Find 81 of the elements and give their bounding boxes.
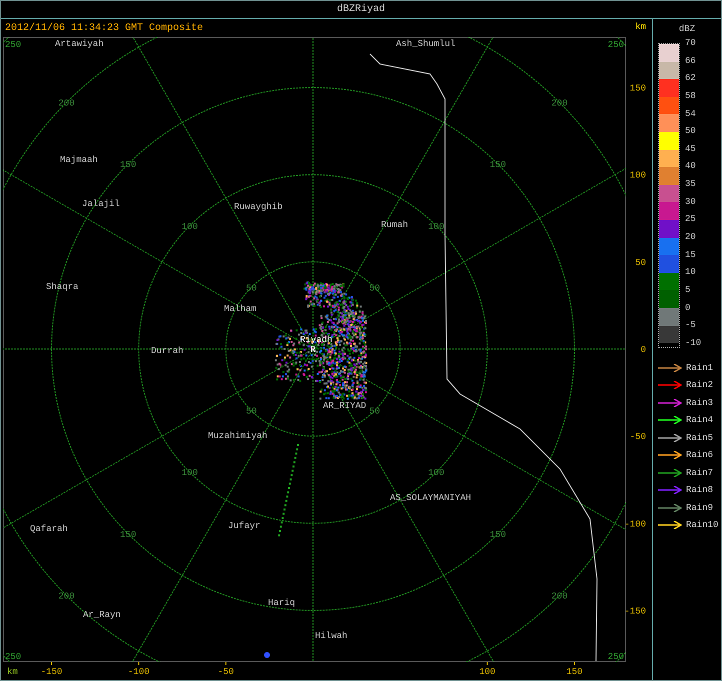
scale-label: 30 xyxy=(685,196,697,207)
scale-label: 58 xyxy=(685,90,697,101)
range-label: 250 xyxy=(5,40,22,50)
window-title: dBZRiyad xyxy=(336,2,385,17)
range-label: 200 xyxy=(58,98,75,108)
axis-tick-label: 100 xyxy=(630,170,646,181)
scale-label: 15 xyxy=(685,250,697,260)
place-label: Rumah xyxy=(381,220,408,230)
range-label: 150 xyxy=(490,530,506,540)
place-label: AR_RIYAD xyxy=(323,401,366,411)
axis-tick-label: 150 xyxy=(566,667,583,677)
place-label: Ash_Shumlul xyxy=(396,39,456,49)
track-label: Rain10 xyxy=(686,520,718,530)
marker-dot xyxy=(264,652,270,658)
axis-tick-label: 50 xyxy=(635,258,646,268)
range-label: 100 xyxy=(428,468,444,478)
axis-unit: km xyxy=(635,21,646,34)
scale-label: 50 xyxy=(685,126,697,136)
axis-tick-label: -150 xyxy=(624,606,646,616)
track-label: Rain2 xyxy=(686,380,714,390)
axis-tick-label: -100 xyxy=(128,667,150,677)
place-label: Majmaah xyxy=(60,155,98,165)
range-label: 250 xyxy=(608,40,624,50)
scale-label: 10 xyxy=(685,267,697,278)
scale-label: 35 xyxy=(685,179,697,190)
range-label: 50 xyxy=(369,406,380,417)
range-label: 150 xyxy=(490,160,506,170)
range-label: 50 xyxy=(246,406,257,417)
timestamp: 2012/11/06 11:34:23 GMT Composite xyxy=(4,22,204,36)
axis-tick-label: -50 xyxy=(218,667,234,677)
scale-label: 62 xyxy=(685,73,697,84)
track-label: Rain7 xyxy=(686,468,714,478)
axis-tick-label: -150 xyxy=(40,667,62,677)
range-label: 100 xyxy=(182,468,198,478)
axis-tick-label: 0 xyxy=(640,345,646,355)
scale-label: 20 xyxy=(685,232,697,242)
range-label: 200 xyxy=(551,592,568,602)
scale-label: 45 xyxy=(685,144,697,154)
axis-tick-label: 150 xyxy=(630,84,646,94)
place-label: Artawiyah xyxy=(55,39,104,49)
scale-label: 0 xyxy=(685,302,692,313)
place-label: Malham xyxy=(224,304,256,314)
place-label: Shaqra xyxy=(46,282,78,292)
track-label: Rain9 xyxy=(686,502,714,513)
track-label: Rain5 xyxy=(686,432,714,443)
place-label: Ruwayghib xyxy=(234,202,283,212)
place-label: Jufayr xyxy=(228,521,260,531)
scale-label: 5 xyxy=(685,284,692,295)
range-label: 150 xyxy=(120,160,136,170)
scale-label: 70 xyxy=(685,38,697,48)
axis-tick-label: -50 xyxy=(630,432,646,442)
legend-title: dBZ xyxy=(678,24,696,34)
track-label: Rain3 xyxy=(686,398,714,408)
place-label: Muzahimiyah xyxy=(208,431,268,441)
place-label: Ar_Rayn xyxy=(83,610,121,620)
track-label: Rain6 xyxy=(686,450,714,460)
axis-tick-label: 100 xyxy=(479,667,496,677)
range-label: 50 xyxy=(246,283,257,294)
range-label: 100 xyxy=(428,222,444,232)
range-label: 200 xyxy=(551,98,568,108)
range-label: 200 xyxy=(58,592,75,602)
scale-label: 54 xyxy=(685,108,697,119)
track-label: Rain8 xyxy=(686,485,714,496)
track-label: Rain4 xyxy=(686,415,714,426)
track-label: Rain1 xyxy=(686,362,714,373)
scale-label: 40 xyxy=(685,161,697,172)
place-label: Hilwah xyxy=(315,631,348,641)
scale-label: 25 xyxy=(685,214,697,224)
scale-label: -10 xyxy=(685,338,702,348)
range-label: 50 xyxy=(369,283,380,294)
range-label: 250 xyxy=(5,652,22,662)
place-label: Hariq xyxy=(268,598,296,608)
scale-label: 66 xyxy=(685,56,697,66)
scale-label: -5 xyxy=(685,320,697,330)
axis-unit: km xyxy=(7,667,18,677)
axis-tick-label: -100 xyxy=(624,519,646,530)
place-label: Jalajil xyxy=(82,199,120,209)
range-label: 100 xyxy=(182,222,198,232)
place-label: Qafarah xyxy=(30,524,68,534)
range-label: 150 xyxy=(120,530,136,540)
range-label: 250 xyxy=(608,652,624,662)
